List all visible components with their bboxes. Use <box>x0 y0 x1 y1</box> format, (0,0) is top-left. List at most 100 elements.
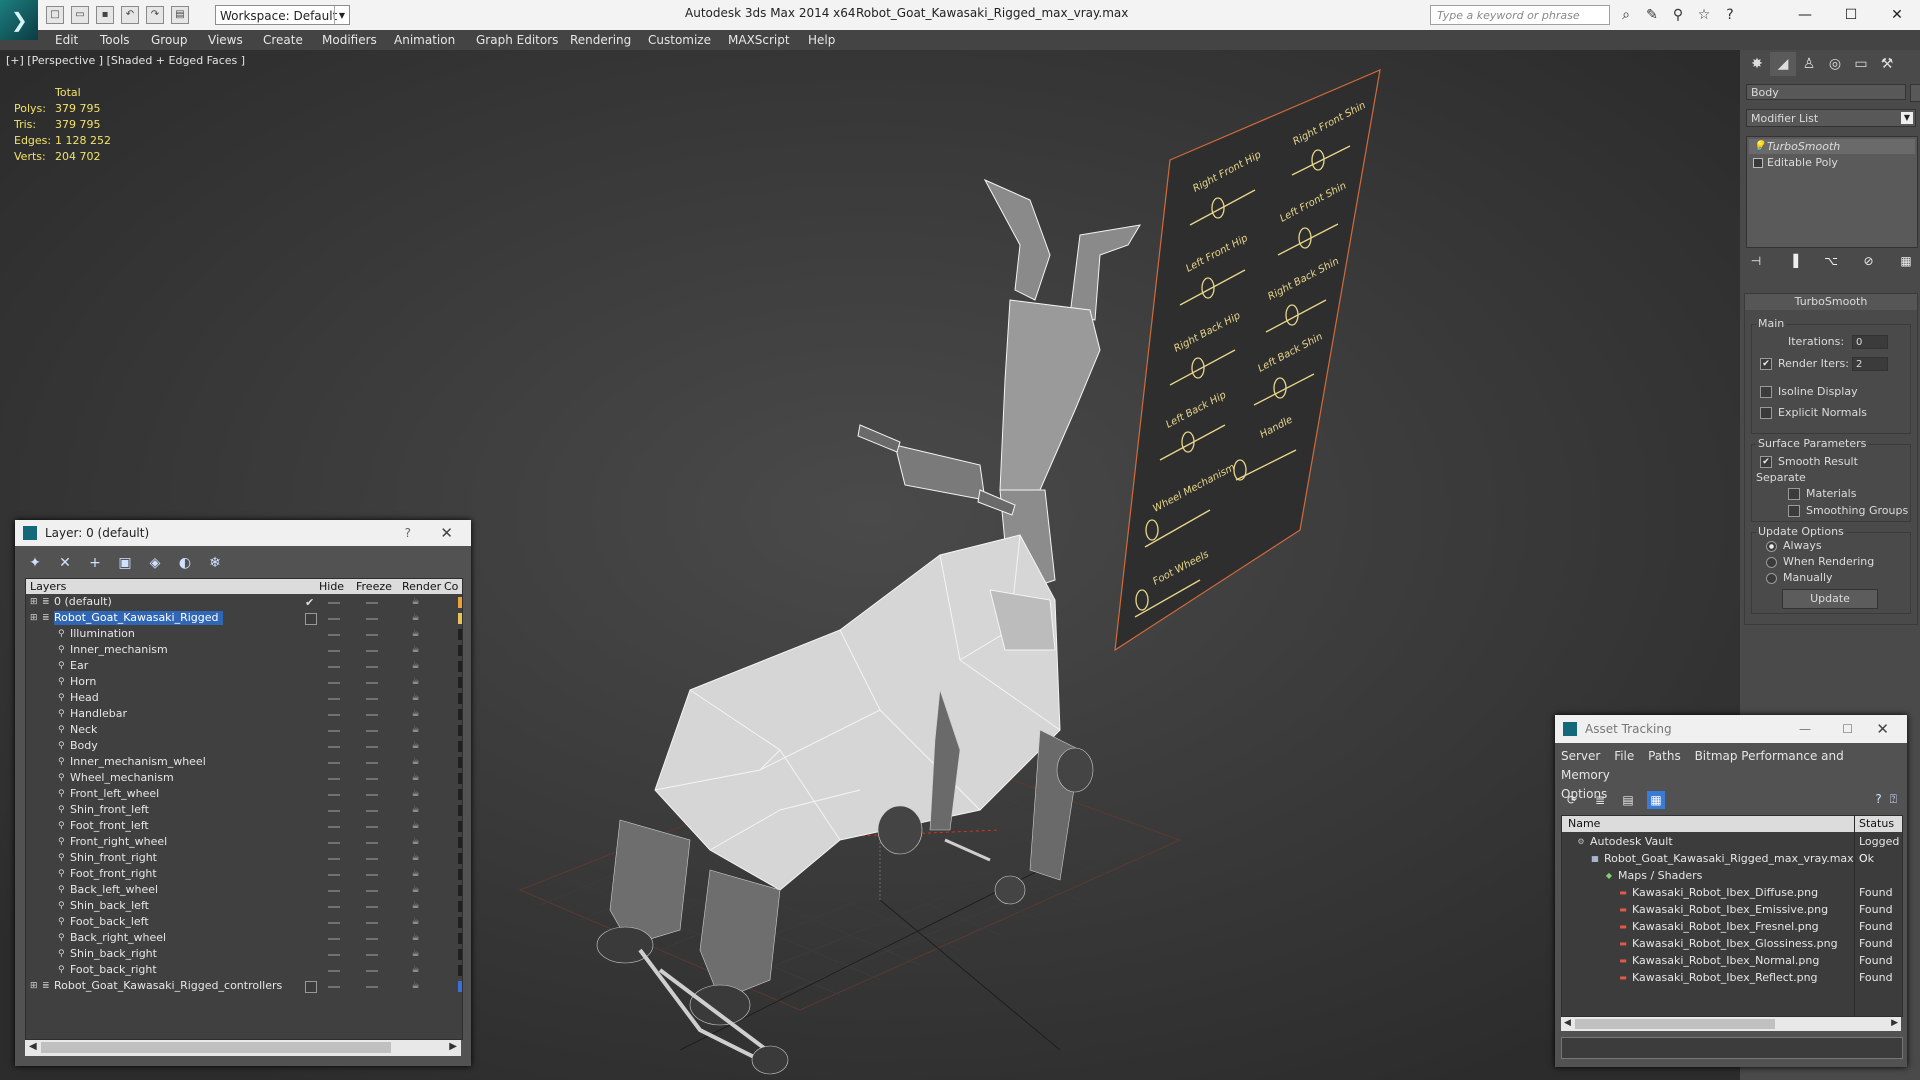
render-teapot-icon[interactable]: ☕ <box>410 613 421 624</box>
render-teapot-icon[interactable]: ☕ <box>410 629 421 640</box>
layer-object-row[interactable]: ⚲ Shin_front_right ☕ <box>26 851 462 867</box>
layer-color-swatch[interactable] <box>458 693 462 704</box>
stack-item-editable-poly[interactable]: Editable Poly <box>1749 155 1915 170</box>
hide-toggle[interactable] <box>328 810 340 812</box>
hide-toggle[interactable] <box>328 650 340 652</box>
col-layers[interactable]: Layers <box>30 580 66 593</box>
hide-toggle[interactable] <box>328 666 340 668</box>
hide-toggle[interactable] <box>328 762 340 764</box>
help-icon[interactable]: ? <box>405 520 411 546</box>
configure-sets-icon[interactable]: ▦ <box>1896 252 1916 270</box>
modifier-list-dropdown[interactable]: Modifier List ▼ <box>1746 109 1916 127</box>
layer-object-row[interactable]: ⚲ Neck ☕ <box>26 723 462 739</box>
render-teapot-icon[interactable]: ☕ <box>410 869 421 880</box>
render-teapot-icon[interactable]: ☕ <box>410 965 421 976</box>
layer-horizontal-scrollbar[interactable]: ◀ ▶ <box>25 1040 461 1056</box>
motion-tab-icon[interactable]: ◎ <box>1822 52 1848 76</box>
freeze-toggle[interactable] <box>366 698 378 700</box>
isoline-display-checkbox[interactable]: Isoline Display <box>1760 385 1858 399</box>
minimize-icon[interactable]: — <box>1782 0 1828 30</box>
layer-color-swatch[interactable] <box>458 661 462 672</box>
select-objects-icon[interactable]: ▣ <box>115 553 135 573</box>
expand-icon[interactable]: ⊞ <box>30 982 39 991</box>
layer-row-name[interactable]: Foot_back_right <box>70 963 161 977</box>
workspace-dropdown[interactable]: Workspace: Default ▼ <box>215 5 350 25</box>
hide-toggle[interactable] <box>328 634 340 636</box>
hide-toggle[interactable] <box>328 986 340 988</box>
render-teapot-icon[interactable]: ☕ <box>410 917 421 928</box>
hide-toggle[interactable] <box>328 842 340 844</box>
hide-toggle[interactable] <box>328 714 340 716</box>
add-to-layer-icon[interactable]: + <box>85 553 105 573</box>
highlight-layer-icon[interactable]: ◈ <box>145 553 165 573</box>
freeze-toggle[interactable] <box>366 650 378 652</box>
update-button[interactable]: Update <box>1782 589 1878 609</box>
scrollbar-thumb[interactable] <box>41 1042 391 1053</box>
render-teapot-icon[interactable]: ☕ <box>410 789 421 800</box>
redo-icon[interactable]: ↷ <box>146 6 164 24</box>
freeze-toggle[interactable] <box>366 890 378 892</box>
layer-row-name[interactable]: Ear <box>70 659 92 673</box>
layer-row-name[interactable]: Inner_mechanism <box>70 643 172 657</box>
freeze-toggle[interactable] <box>366 954 378 956</box>
render-teapot-icon[interactable]: ☕ <box>410 933 421 944</box>
render-teapot-icon[interactable]: ☕ <box>410 597 421 608</box>
layer-row-name[interactable]: Inner_mechanism_wheel <box>70 755 210 769</box>
expand-icon[interactable]: ⊞ <box>30 614 39 623</box>
scroll-right-icon[interactable]: ▶ <box>449 1041 457 1052</box>
hide-toggle[interactable] <box>328 682 340 684</box>
menu-file[interactable]: File <box>1614 749 1634 763</box>
hide-toggle[interactable] <box>328 730 340 732</box>
hide-toggle[interactable] <box>328 858 340 860</box>
col-freeze[interactable]: Freeze <box>356 580 392 593</box>
freeze-toggle[interactable] <box>366 922 378 924</box>
viewport-label[interactable]: [+] [Perspective ] [Shaded + Edged Faces… <box>6 54 245 67</box>
render-teapot-icon[interactable]: ☕ <box>410 693 421 704</box>
menu-edit[interactable]: Edit <box>55 33 78 47</box>
layer-row-name[interactable]: Body <box>70 739 102 753</box>
rollout-header[interactable]: TurboSmooth <box>1745 294 1917 310</box>
layer-row-name[interactable]: Robot_Goat_Kawasaki_Rigged_controllers <box>54 979 286 993</box>
layer-row[interactable]: ⊞ ≣ Robot_Goat_Kawasaki_Rigged_controllers… <box>26 979 462 995</box>
menu-graph-editors[interactable]: Graph Editors <box>476 33 558 47</box>
asset-row[interactable]: ▬ Kawasaki_Robot_Ibex_Reflect.png Found <box>1562 969 1902 986</box>
freeze-toggle[interactable] <box>366 858 378 860</box>
project-folder-icon[interactable]: ▤ <box>171 6 189 24</box>
render-teapot-icon[interactable]: ☕ <box>410 661 421 672</box>
delete-layer-icon[interactable]: ✕ <box>55 553 75 573</box>
layer-row-name[interactable]: Neck <box>70 723 101 737</box>
col-name[interactable]: Name <box>1568 817 1600 830</box>
layer-color-swatch[interactable] <box>458 837 462 848</box>
layer-color-swatch[interactable] <box>458 885 462 896</box>
layer-row-name[interactable]: Horn <box>70 675 100 689</box>
render-teapot-icon[interactable]: ☕ <box>410 885 421 896</box>
render-teapot-icon[interactable]: ☕ <box>410 709 421 720</box>
asset-path-field[interactable] <box>1561 1037 1903 1059</box>
layer-object-row[interactable]: ⚲ Front_right_wheel ☕ <box>26 835 462 851</box>
layer-object-row[interactable]: ⚲ Front_left_wheel ☕ <box>26 787 462 803</box>
layer-object-row[interactable]: ⚲ Back_right_wheel ☕ <box>26 931 462 947</box>
hide-toggle[interactable] <box>328 970 340 972</box>
render-teapot-icon[interactable]: ☕ <box>410 949 421 960</box>
layer-color-swatch[interactable] <box>458 965 462 976</box>
hide-toggle[interactable] <box>328 826 340 828</box>
layer-color-swatch[interactable] <box>458 741 462 752</box>
close-icon[interactable]: ✕ <box>1876 715 1889 743</box>
layer-color-swatch[interactable] <box>458 869 462 880</box>
list-view-icon[interactable]: ≣ <box>1591 791 1609 809</box>
freeze-toggle[interactable] <box>366 730 378 732</box>
smoothing-groups-checkbox[interactable]: Smoothing Groups <box>1788 504 1908 518</box>
display-tab-icon[interactable]: ▭ <box>1848 52 1874 76</box>
set-current-layer-box[interactable] <box>305 981 317 993</box>
table-view-icon[interactable]: ▦ <box>1647 791 1665 809</box>
layer-object-row[interactable]: ⚲ Foot_front_right ☕ <box>26 867 462 883</box>
freeze-toggle[interactable] <box>366 714 378 716</box>
freeze-toggle[interactable] <box>366 906 378 908</box>
layer-object-row[interactable]: ⚲ Shin_front_left ☕ <box>26 803 462 819</box>
layer-color-swatch[interactable] <box>458 805 462 816</box>
hide-toggle[interactable] <box>328 698 340 700</box>
close-icon[interactable]: ✕ <box>440 520 453 546</box>
menu-tools[interactable]: Tools <box>100 33 130 47</box>
menu-create[interactable]: Create <box>263 33 303 47</box>
asset-row[interactable]: ▬ Kawasaki_Robot_Ibex_Normal.png Found <box>1562 952 1902 969</box>
